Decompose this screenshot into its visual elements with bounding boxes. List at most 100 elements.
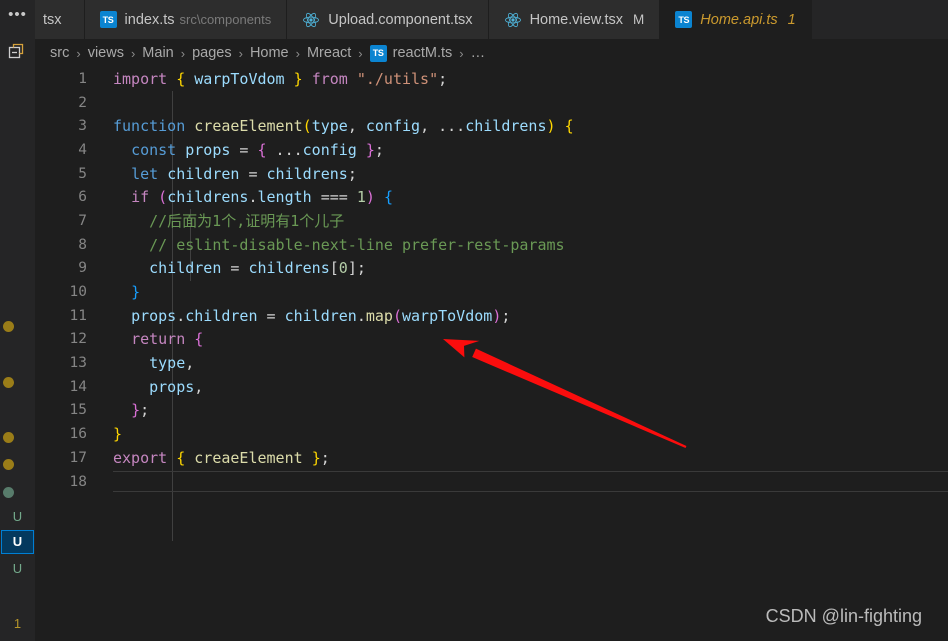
breadcrumb[interactable]: src › views › Main › pages › Home › Mreact › TS react…	[35, 39, 948, 67]
editor-tab-partial-tsx[interactable]: tsx	[35, 0, 85, 39]
line-content: // eslint-disable-next-line prefer-rest-…	[113, 235, 565, 254]
status-dot-marker[interactable]	[3, 377, 14, 388]
code-editor[interactable]: 1 import { warpToVdom } from "./utils"; 2 3…	[35, 67, 948, 641]
code-line[interactable]: 1 import { warpToVdom } from "./utils";	[35, 67, 948, 91]
code-line[interactable]: 2	[35, 91, 948, 115]
line-content: let children = childrens;	[131, 164, 357, 183]
code-line[interactable]: 7 //后面为1个,证明有1个儿子	[35, 209, 948, 233]
status-dot-marker[interactable]	[3, 432, 14, 443]
editor-tab-index-ts[interactable]: TS index.ts src\components	[84, 0, 288, 39]
tab-label: Home.api.ts	[700, 11, 778, 28]
code-line[interactable]: 17 export { creaeElement };	[35, 446, 948, 470]
breadcrumb-item-pages[interactable]: pages	[192, 45, 232, 61]
line-content: props.children = children.map(warpToVdom…	[131, 306, 511, 325]
line-number: 11	[69, 307, 87, 324]
activity-bar: ••• UUU1	[0, 0, 35, 641]
line-number: 5	[78, 165, 87, 182]
breadcrumb-item-main[interactable]: Main	[142, 45, 173, 61]
code-line[interactable]: 9 children = childrens[0];	[35, 257, 948, 281]
line-content: }	[113, 425, 123, 444]
tab-label: Home.view.tsx	[529, 11, 624, 28]
line-content	[113, 471, 948, 493]
typescript-icon: TS	[99, 11, 117, 28]
tab-label: tsx	[43, 11, 62, 28]
line-number: 16	[69, 426, 87, 443]
breadcrumb-item-home[interactable]: Home	[250, 45, 289, 61]
breadcrumb-item-src[interactable]: src	[50, 45, 69, 61]
line-content: //后面为1个,证明有1个儿子	[113, 212, 345, 231]
line-content: return {	[131, 330, 204, 349]
editor-tab-upload-component-tsx[interactable]: Upload.component.tsx	[287, 0, 489, 39]
line-number: 10	[69, 284, 87, 301]
tab-badge: M	[633, 12, 645, 27]
status-letter-marker[interactable]: U	[0, 534, 35, 550]
line-content: import { warpToVdom } from "./utils";	[113, 69, 448, 88]
code-line[interactable]: 3 function creaeElement(type, config, ...…	[35, 114, 948, 138]
breadcrumb-item-views[interactable]: views	[88, 45, 124, 61]
status-dot-marker[interactable]	[3, 487, 14, 498]
code-line[interactable]: 14 props,	[35, 375, 948, 399]
breadcrumb-separator: ›	[358, 45, 363, 61]
line-content: type,	[149, 354, 195, 373]
tab-overflow-icon[interactable]: •••	[0, 7, 35, 30]
line-number: 12	[69, 331, 87, 348]
code-line[interactable]: 6 if (childrens.length === 1) {	[35, 185, 948, 209]
code-line[interactable]: 12 return {	[35, 328, 948, 352]
line-content: children = childrens[0];	[149, 259, 366, 278]
code-line[interactable]: 16}	[35, 422, 948, 446]
line-number: 8	[78, 236, 87, 253]
line-content: props,	[149, 377, 204, 396]
line-content: if (childrens.length === 1) {	[131, 188, 393, 207]
status-letter-marker[interactable]: U	[0, 509, 35, 525]
breadcrumb-separator: ›	[238, 45, 243, 61]
code-line[interactable]: 4 const props = { ...config };	[35, 138, 948, 162]
code-line[interactable]: 15 };	[35, 399, 948, 423]
line-number: 4	[78, 141, 87, 158]
breadcrumb-item-reactmts[interactable]: reactM.ts	[393, 45, 453, 61]
react-icon	[504, 12, 521, 27]
line-content: const props = { ...config };	[131, 140, 384, 159]
tab-path: src\components	[179, 12, 272, 27]
watermark-text: CSDN @lin-fighting	[765, 606, 922, 626]
line-number: 15	[69, 402, 87, 419]
breadcrumb-separator: ›	[76, 45, 81, 61]
breadcrumb-separator: ›	[459, 45, 464, 61]
line-number: 18	[69, 473, 87, 490]
code-line[interactable]: 10 }	[35, 280, 948, 304]
react-icon	[303, 12, 320, 27]
breadcrumb-item-[interactable]: …	[471, 45, 486, 61]
line-number: 9	[78, 260, 87, 277]
line-content: };	[131, 401, 150, 420]
line-number: 13	[69, 355, 87, 372]
breadcrumb-item-mreact[interactable]: Mreact	[307, 45, 351, 61]
code-line[interactable]: 8 // eslint-disable-next-line prefer-res…	[35, 233, 948, 257]
line-number: 2	[78, 94, 87, 111]
split-editor-icon[interactable]	[0, 36, 35, 68]
line-content: export { creaeElement };	[113, 448, 330, 467]
code-line[interactable]: 11 props.children = children.map(warpToV…	[35, 304, 948, 328]
status-letter-marker[interactable]: U	[0, 561, 35, 577]
tab-badge: 1	[787, 11, 796, 28]
line-number: 17	[69, 449, 87, 466]
breadcrumb-separator: ›	[295, 45, 300, 61]
breadcrumb-separator: ›	[130, 45, 136, 61]
line-content: }	[131, 283, 141, 302]
status-letter-marker[interactable]: 1	[0, 616, 35, 632]
code-line[interactable]: 18	[35, 470, 948, 494]
line-number: 7	[78, 212, 87, 229]
code-line[interactable]: 13 type,	[35, 351, 948, 375]
vscode-window: ••• UUU1 tsx TS index.ts src\components Uplo…	[0, 0, 948, 641]
tab-label: index.ts	[124, 11, 175, 28]
line-number: 3	[78, 118, 87, 135]
editor-tab-home-view-tsx[interactable]: Home.view.tsx M	[488, 0, 661, 39]
tab-label: Upload.component.tsx	[328, 11, 473, 28]
typescript-icon: TS	[369, 44, 387, 62]
editor-tab-home-api-ts[interactable]: TS Home.api.ts 1	[660, 0, 812, 39]
line-content: function creaeElement(type, config, ...c…	[113, 117, 574, 136]
status-dot-marker[interactable]	[3, 321, 14, 332]
code-line[interactable]: 5 let children = childrens;	[35, 162, 948, 186]
line-number: 6	[78, 189, 87, 206]
line-number: 1	[78, 70, 87, 87]
breadcrumb-separator: ›	[180, 45, 186, 61]
status-dot-marker[interactable]	[3, 459, 14, 470]
